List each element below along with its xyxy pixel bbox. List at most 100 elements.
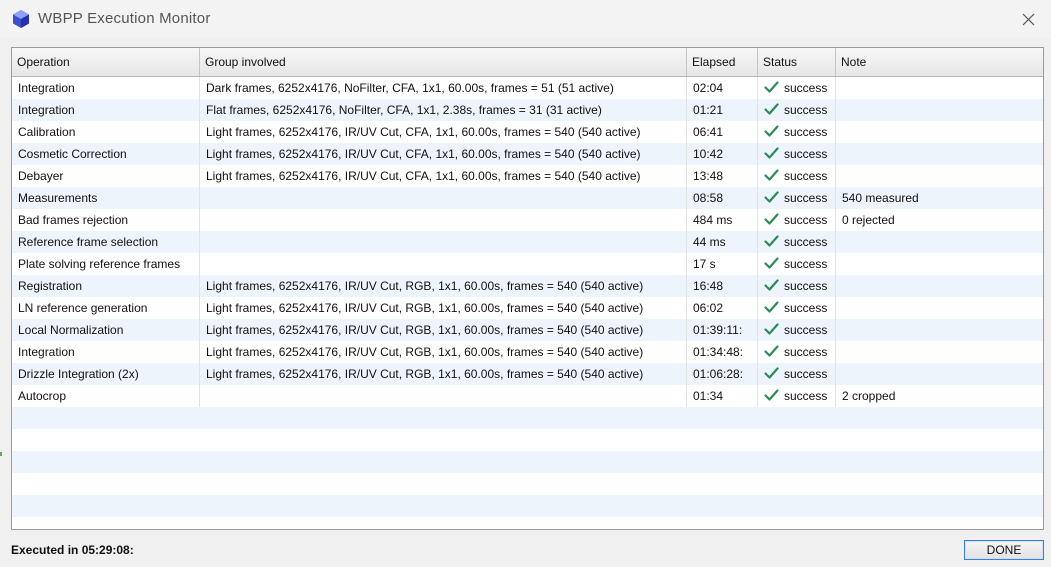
- status-text: success: [784, 213, 828, 227]
- table-row: [12, 451, 1043, 473]
- table-row: [12, 495, 1043, 517]
- cell-status: success: [758, 187, 836, 209]
- cell-group: [200, 187, 687, 209]
- cell-note: [836, 363, 1043, 385]
- cell-status: success: [758, 275, 836, 297]
- table-row[interactable]: Debayer Light frames, 6252x4176, IR/UV Cu…: [12, 165, 1043, 187]
- table-body: Integration Dark frames, 6252x4176, NoFil…: [12, 77, 1043, 529]
- status-text: success: [784, 323, 828, 337]
- cell-group: [200, 253, 687, 275]
- cell-note: 0 rejected: [842, 213, 895, 227]
- cell-elapsed: 17 s: [687, 253, 758, 275]
- column-header-status[interactable]: Status: [758, 48, 836, 76]
- status-text: success: [784, 103, 828, 117]
- cell-status: success: [758, 385, 836, 407]
- cell-operation: Drizzle Integration (2x): [12, 363, 200, 385]
- table-header: Operation Group involved Elapsed Status …: [12, 48, 1043, 77]
- cell-elapsed: 01:21: [687, 99, 758, 121]
- cell-elapsed: 08:58: [687, 187, 758, 209]
- cell-operation: LN reference generation: [12, 297, 200, 319]
- cell-operation: Bad frames rejection: [12, 209, 200, 231]
- table-row[interactable]: Measurements 08:58 success 540 measured: [12, 187, 1043, 209]
- check-icon: [764, 103, 779, 115]
- cell-status: success: [758, 121, 836, 143]
- column-header-note[interactable]: Note: [836, 48, 1043, 76]
- table-row[interactable]: Calibration Light frames, 6252x4176, IR/U…: [12, 121, 1043, 143]
- check-icon: [764, 279, 779, 291]
- cell-note: [836, 99, 1043, 121]
- cell-elapsed: 06:02: [687, 297, 758, 319]
- status-text: success: [784, 279, 828, 293]
- cell-group: Light frames, 6252x4176, IR/UV Cut, RGB,…: [200, 341, 687, 363]
- cell-operation: Measurements: [12, 187, 200, 209]
- cell-operation: Plate solving reference frames: [12, 253, 200, 275]
- column-header-operation[interactable]: Operation: [12, 48, 200, 76]
- status-text: success: [784, 147, 828, 161]
- cell-status: success: [758, 77, 836, 99]
- status-text: success: [784, 169, 828, 183]
- cell-operation: Integration: [12, 77, 200, 99]
- executed-time-label: Executed in 05:29:08:: [11, 543, 134, 557]
- check-icon: [764, 345, 779, 357]
- cell-operation: Reference frame selection: [12, 231, 200, 253]
- cell-elapsed: 01:06:28:: [687, 363, 758, 385]
- window-title: WBPP Execution Monitor: [38, 10, 211, 27]
- status-text: success: [784, 191, 828, 205]
- status-text: success: [784, 301, 828, 315]
- done-button[interactable]: DONE: [964, 540, 1044, 560]
- cell-group: Light frames, 6252x4176, IR/UV Cut, CFA,…: [200, 165, 687, 187]
- status-text: success: [784, 81, 828, 95]
- table-row[interactable]: Drizzle Integration (2x) Light frames, 62…: [12, 363, 1043, 385]
- status-text: success: [784, 125, 828, 139]
- cell-elapsed: 13:48: [687, 165, 758, 187]
- check-icon: [764, 301, 779, 313]
- cell-status: success: [758, 319, 836, 341]
- check-icon: [764, 147, 779, 159]
- cell-note: [836, 275, 1043, 297]
- check-icon: [764, 169, 779, 181]
- cell-note: [836, 77, 1043, 99]
- table-row[interactable]: Plate solving reference frames 17 s succes…: [12, 253, 1043, 275]
- cell-group: Flat frames, 6252x4176, NoFilter, CFA, 1…: [200, 99, 687, 121]
- cell-status: success: [758, 209, 836, 231]
- table-row: [12, 407, 1043, 429]
- cell-group: Light frames, 6252x4176, IR/UV Cut, RGB,…: [200, 319, 687, 341]
- column-header-elapsed[interactable]: Elapsed: [687, 48, 758, 76]
- table-row[interactable]: LN reference generation Light frames, 625…: [12, 297, 1043, 319]
- cell-note: [836, 231, 1043, 253]
- table-row: [12, 429, 1043, 451]
- table-row: [12, 517, 1043, 529]
- table-row[interactable]: Cosmetic Correction Light frames, 6252x41…: [12, 143, 1043, 165]
- cell-operation: Integration: [12, 341, 200, 363]
- cell-group: Light frames, 6252x4176, IR/UV Cut, RGB,…: [200, 363, 687, 385]
- cell-status: success: [758, 231, 836, 253]
- cell-operation: Local Normalization: [12, 319, 200, 341]
- cell-elapsed: 10:42: [687, 143, 758, 165]
- check-icon: [764, 323, 779, 335]
- table-row[interactable]: Integration Dark frames, 6252x4176, NoFil…: [12, 77, 1043, 99]
- cell-note: [836, 165, 1043, 187]
- cell-elapsed: 06:41: [687, 121, 758, 143]
- cell-operation: Debayer: [12, 165, 200, 187]
- cell-group: [200, 385, 687, 407]
- table-row[interactable]: Autocrop 01:34 success 2 cropped: [12, 385, 1043, 407]
- cell-note: [836, 319, 1043, 341]
- check-icon: [764, 367, 779, 379]
- cell-elapsed: 44 ms: [687, 231, 758, 253]
- table-row[interactable]: Integration Flat frames, 6252x4176, NoFil…: [12, 99, 1043, 121]
- table-row[interactable]: Bad frames rejection 484 ms success 0 rejec…: [12, 209, 1043, 231]
- check-icon: [764, 257, 779, 269]
- cell-elapsed: 02:04: [687, 77, 758, 99]
- table-row[interactable]: Reference frame selection 44 ms success: [12, 231, 1043, 253]
- close-button[interactable]: [1005, 0, 1051, 38]
- table-row[interactable]: Local Normalization Light frames, 6252x41…: [12, 319, 1043, 341]
- cell-status: success: [758, 341, 836, 363]
- cell-group: [200, 209, 687, 231]
- execution-table[interactable]: Operation Group involved Elapsed Status …: [11, 47, 1044, 530]
- table-row[interactable]: Integration Light frames, 6252x4176, IR/U…: [12, 341, 1043, 363]
- cell-status: success: [758, 253, 836, 275]
- table-row[interactable]: Registration Light frames, 6252x4176, IR/…: [12, 275, 1043, 297]
- column-header-group[interactable]: Group involved: [200, 48, 687, 76]
- status-text: success: [784, 389, 828, 403]
- check-icon: [764, 191, 779, 203]
